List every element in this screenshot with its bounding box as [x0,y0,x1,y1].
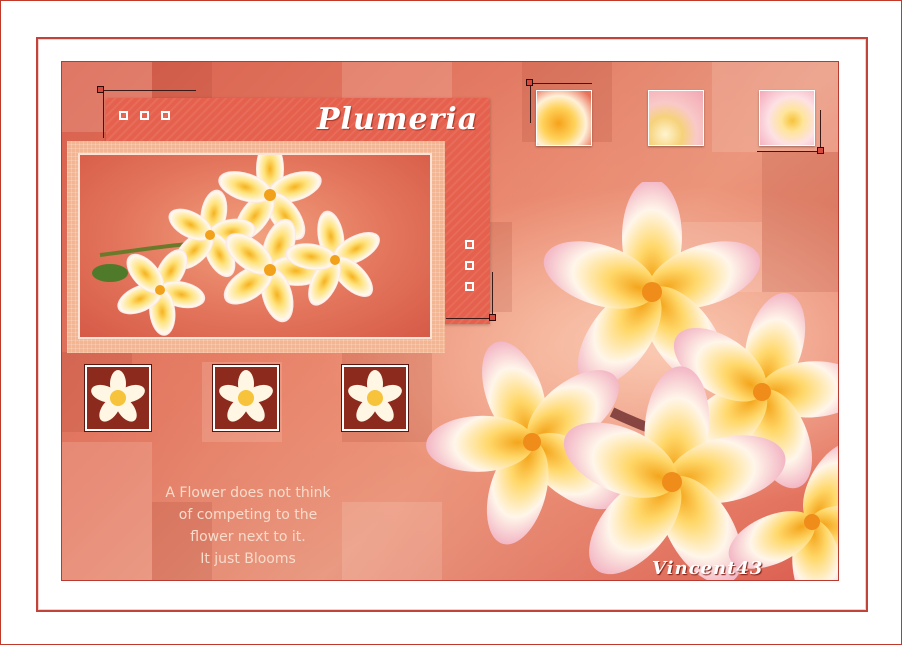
quote-line: flower next to it. [190,529,306,545]
plumeria-flower-icon [91,370,145,422]
flower-tile-3 [342,365,408,431]
thumbnail-flower-2 [648,90,704,146]
quote-line: of competing to the [178,507,318,523]
quote-text: A Flower does not think of competing to … [154,482,342,570]
corner-line [530,83,531,123]
plumeria-photo [78,153,432,339]
artwork-canvas: Plumeria A Flower does not think of comp… [62,62,838,580]
title-text: Plumeria [317,102,479,137]
corner-line [820,110,821,152]
flower-tile-1 [85,365,151,431]
corner-marker [817,147,824,154]
plumeria-flower-icon [348,370,402,422]
plumeria-flower-icon [219,370,273,422]
quote-line: A Flower does not think [165,485,331,501]
square-outline-icon [119,111,128,120]
flower-tile-2 [213,365,279,431]
bg-tile [62,442,152,580]
corner-marker [97,86,104,93]
quote-line: It just Blooms [200,551,296,567]
artist-signature: Vincent43 [652,558,764,579]
corner-marker [526,79,533,86]
corner-line [530,83,592,84]
square-outline-icon [161,111,170,120]
plumeria-bouquet-large [426,182,838,580]
square-outline-icon [140,111,149,120]
thumbnail-flower-3 [759,90,815,146]
corner-line [100,90,196,91]
corner-line [103,90,104,138]
plumeria-bouquet-small [92,155,380,336]
thumbnail-flower-1 [536,90,592,146]
corner-line [757,151,821,152]
